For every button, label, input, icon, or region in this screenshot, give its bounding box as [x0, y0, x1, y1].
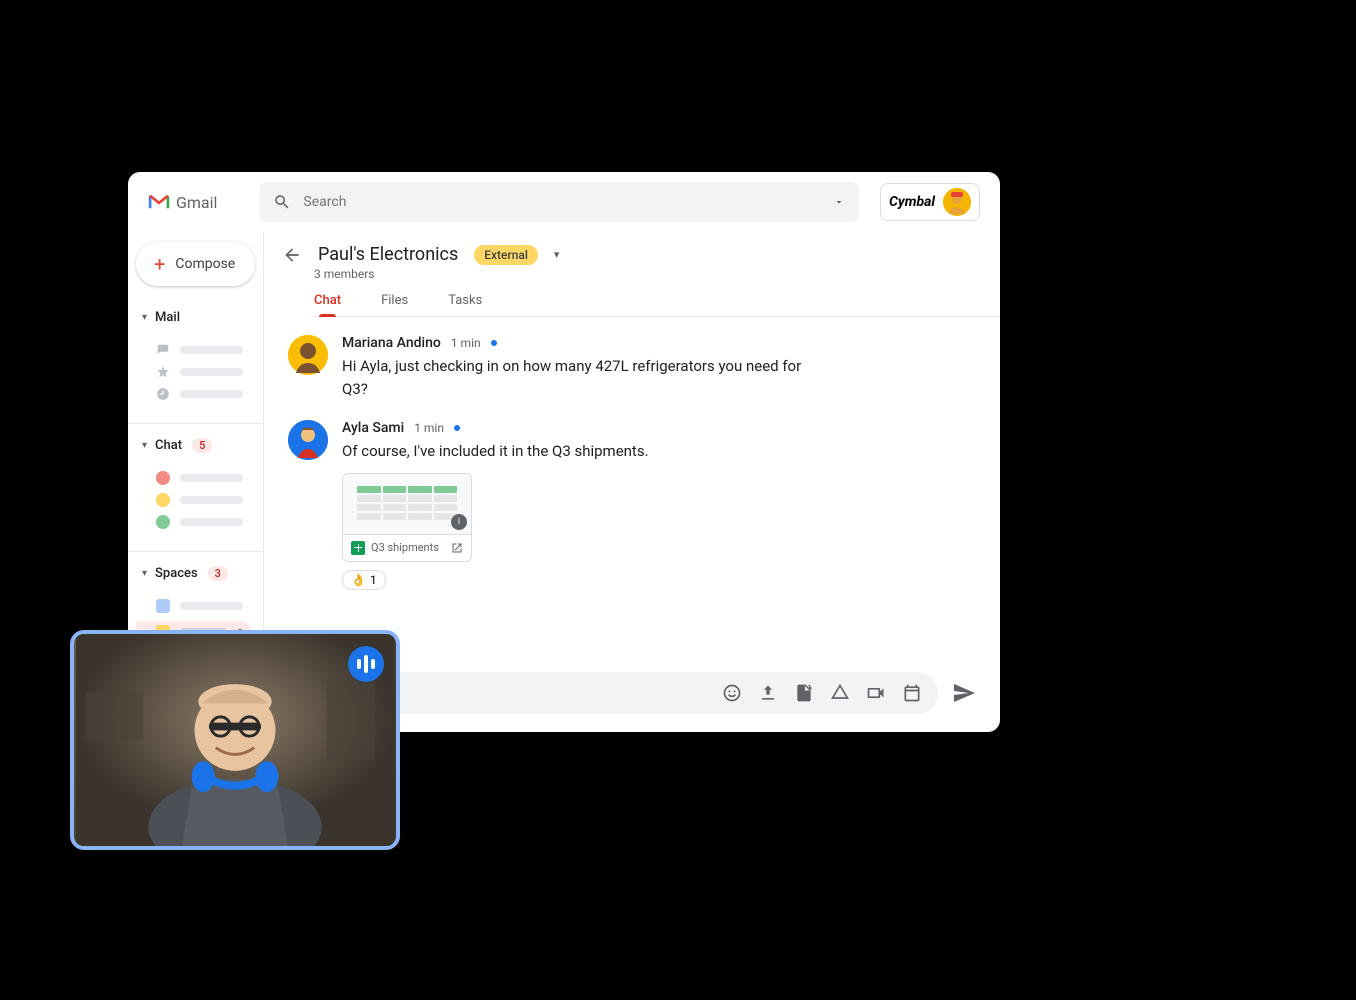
sidebar-section-chat[interactable]: ▾ Chat 5 — [136, 434, 255, 457]
avatar — [288, 335, 328, 375]
status-dot-icon — [454, 425, 460, 431]
message-time: 1 min — [414, 421, 444, 435]
tab-tasks[interactable]: Tasks — [448, 293, 482, 308]
brand-label: Cymbal — [889, 194, 935, 210]
video-icon[interactable] — [866, 683, 886, 703]
chat-items-placeholder — [136, 465, 255, 541]
tab-files[interactable]: Files — [381, 293, 408, 308]
caret-down-icon: ▾ — [142, 568, 147, 579]
open-external-icon[interactable] — [451, 542, 463, 554]
external-badge: External — [474, 245, 538, 265]
chat-message: Mariana Andino 1 min Hi Ayla, just check… — [288, 335, 976, 400]
inbox-icon — [156, 343, 170, 357]
app-name: Gmail — [176, 193, 217, 212]
gmail-m-icon — [148, 194, 170, 210]
sidebar-section-spaces[interactable]: ▾ Spaces 3 — [136, 562, 255, 585]
compose-button[interactable]: + Compose — [136, 242, 255, 286]
space-header: Paul's Electronics External ▾ — [264, 232, 1000, 265]
brand-chip[interactable]: Cymbal — [880, 183, 980, 221]
clock-icon — [156, 387, 170, 401]
topbar: Gmail Cymbal — [128, 172, 1000, 232]
reaction-emoji: 👌 — [351, 573, 366, 587]
compose-label: Compose — [175, 256, 235, 272]
reaction-count: 1 — [370, 573, 377, 587]
sidebar-section-mail[interactable]: ▾ Mail — [136, 306, 255, 329]
gmail-logo[interactable]: Gmail — [148, 193, 217, 212]
message-author: Ayla Sami — [342, 420, 404, 436]
space-title: Paul's Electronics — [318, 244, 458, 265]
tab-chat[interactable]: Chat — [314, 293, 341, 308]
attachment-name: Q3 shipments — [371, 541, 439, 554]
send-button[interactable] — [952, 681, 976, 705]
message-text: Hi Ayla, just checking in on how many 42… — [342, 355, 822, 400]
sheets-preview-icon — [357, 486, 457, 522]
message-author: Mariana Andino — [342, 335, 441, 351]
caret-down-icon: ▾ — [142, 312, 147, 323]
video-call-overlay[interactable] — [70, 630, 400, 850]
info-badge-icon: i — [451, 514, 467, 530]
speaking-indicator-icon — [348, 646, 384, 682]
attachment-thumbnail: i — [343, 474, 471, 534]
search-input[interactable] — [303, 194, 821, 210]
chat-badge: 5 — [192, 438, 212, 453]
message-time: 1 min — [451, 336, 481, 350]
upload-icon[interactable] — [758, 683, 778, 703]
caret-down-icon: ▾ — [142, 440, 147, 451]
new-doc-icon[interactable] — [794, 683, 814, 703]
members-count[interactable]: 3 members — [314, 267, 1000, 281]
star-icon — [156, 365, 170, 379]
search-dropdown-icon[interactable] — [833, 196, 845, 208]
profile-avatar[interactable] — [943, 188, 971, 216]
back-arrow-icon[interactable] — [282, 245, 302, 265]
sheets-icon — [351, 541, 365, 555]
drive-icon[interactable] — [830, 683, 850, 703]
plus-icon: + — [154, 252, 165, 276]
attachment-card[interactable]: i Q3 shipments — [342, 473, 472, 562]
search-box[interactable] — [259, 182, 859, 222]
chat-area: Mariana Andino 1 min Hi Ayla, just check… — [264, 317, 1000, 662]
video-participant — [74, 634, 396, 846]
spaces-badge: 3 — [208, 566, 228, 581]
space-tabs: Chat Files Tasks — [314, 289, 1000, 317]
chat-message: Ayla Sami 1 min Of course, I've included… — [288, 420, 976, 590]
mail-items-placeholder — [136, 337, 255, 413]
calendar-icon[interactable] — [902, 683, 922, 703]
avatar — [288, 420, 328, 460]
emoji-icon[interactable] — [722, 683, 742, 703]
search-icon — [273, 193, 291, 211]
status-dot-icon — [491, 340, 497, 346]
message-text: Of course, I've included it in the Q3 sh… — [342, 440, 822, 463]
space-dropdown-icon[interactable]: ▾ — [554, 248, 560, 261]
reaction-chip[interactable]: 👌 1 — [342, 570, 386, 590]
